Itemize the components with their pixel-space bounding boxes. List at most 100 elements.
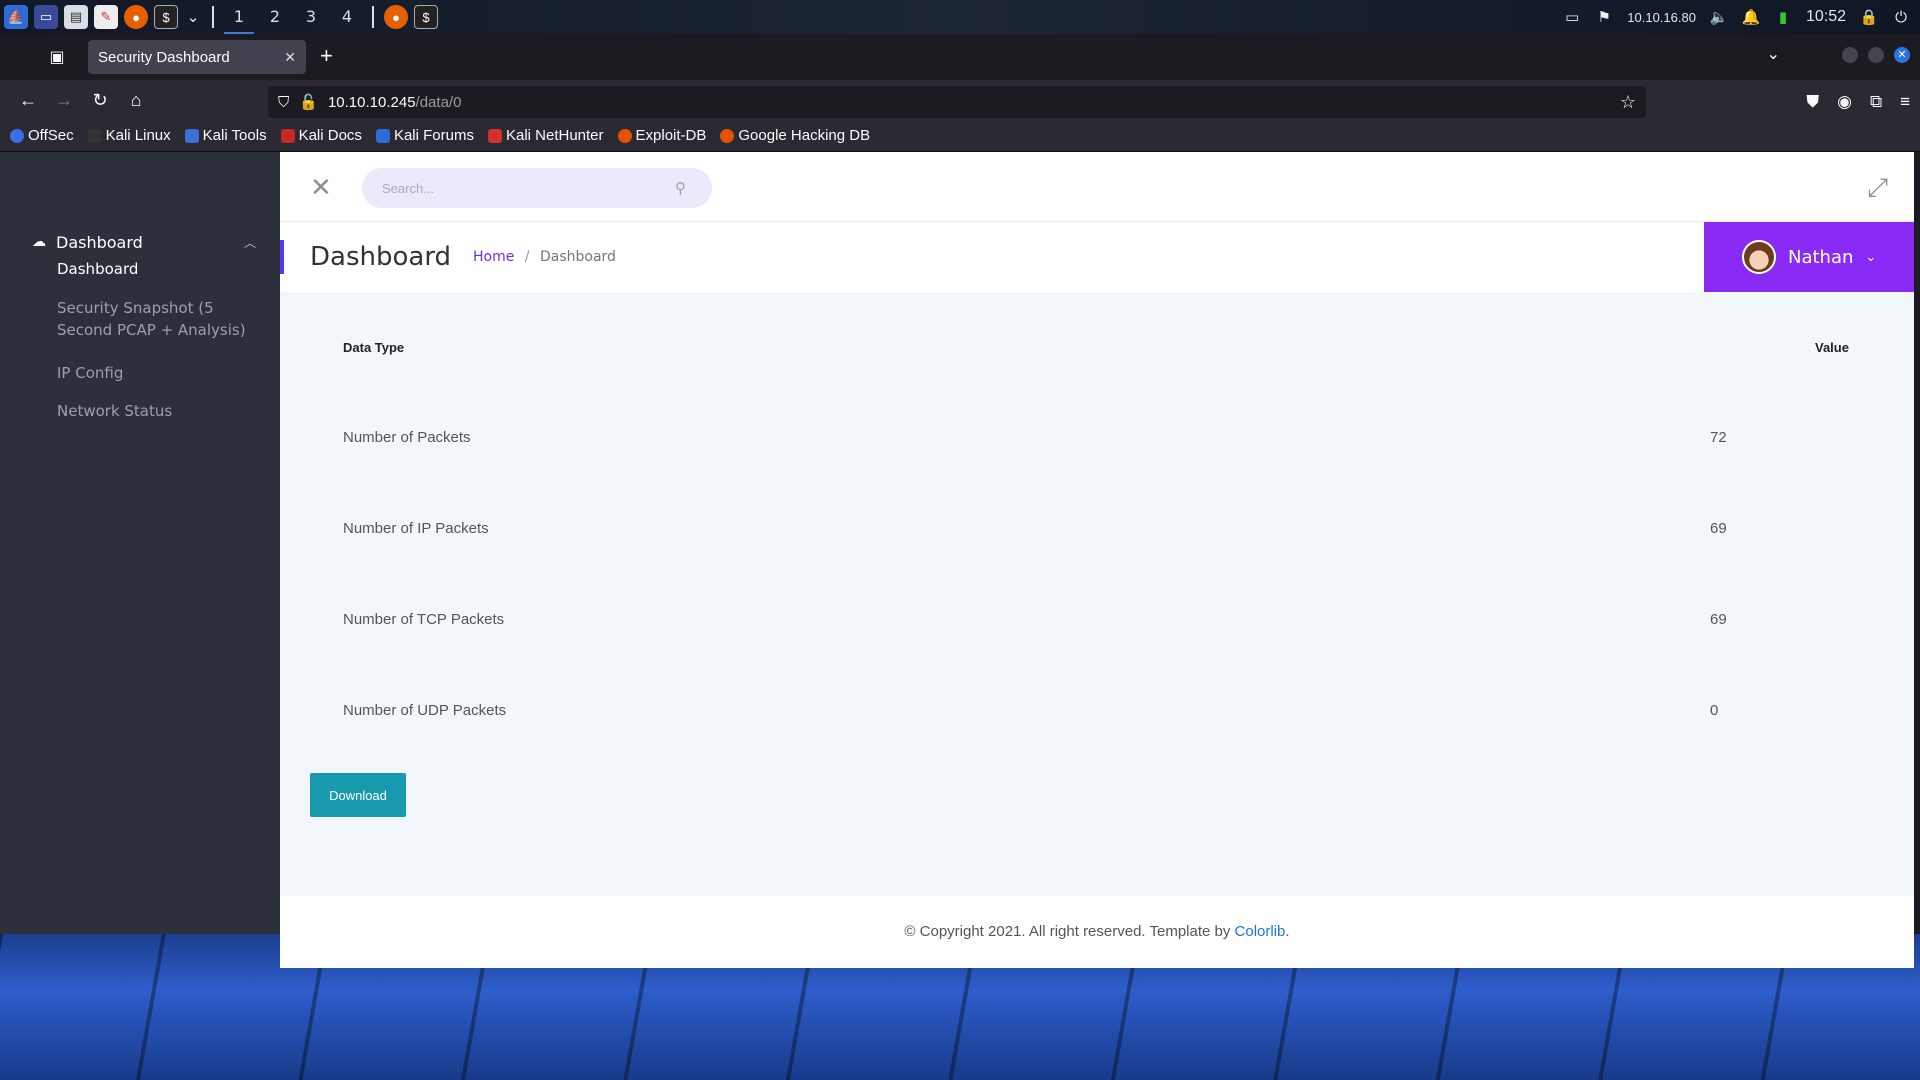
ghdb-icon [720, 128, 735, 143]
bookmark-label: Kali Linux [105, 127, 171, 144]
workspace-1[interactable]: 1 [224, 0, 254, 34]
offsec-icon [10, 128, 24, 143]
chevron-down-icon: ⌄ [1865, 249, 1877, 265]
chevron-down-icon[interactable]: ⌄ [1767, 44, 1780, 64]
exploit-db-icon [617, 128, 632, 143]
bookmark-exploit-db[interactable]: Exploit-DB [617, 127, 707, 144]
bookmark-star-icon[interactable]: ☆ [1620, 92, 1636, 113]
url-host: 10.10.10.245 [327, 93, 416, 111]
sidebar-item-security-snapshot[interactable]: Security Snapshot (5 Second PCAP + Analy… [57, 297, 257, 341]
footer-suffix: . [1285, 923, 1290, 940]
bookmark-kali-linux[interactable]: Kali Linux [87, 127, 171, 144]
data-table: Data Type Value Number of Packets 72 Num… [280, 292, 1914, 862]
power-icon[interactable]: ⏻ [1892, 8, 1910, 26]
tab-strip: ▣ Security Dashboard ✕ + ⌄ ✕ [0, 34, 1920, 80]
firefox-window-icon[interactable]: ● [384, 5, 408, 29]
tab-title: Security Dashboard [98, 48, 230, 66]
breadcrumb-home[interactable]: Home [473, 249, 514, 265]
volume-icon[interactable]: 🔈 [1710, 8, 1729, 26]
sidebar-item-dashboard[interactable]: Dashboard [57, 258, 257, 280]
insecure-lock-icon[interactable]: 🔓 [299, 93, 318, 111]
new-tab-icon[interactable]: + [320, 45, 333, 67]
account-icon[interactable]: ◉ [1837, 92, 1852, 112]
kali-menu-icon[interactable]: ⛵ [4, 5, 28, 29]
window-controls: ✕ [1842, 47, 1910, 63]
terminal-icon[interactable]: $ [154, 5, 178, 29]
table-row-label: Number of IP Packets [343, 520, 489, 537]
fullscreen-icon[interactable]: ⤢ [1867, 172, 1888, 204]
back-icon[interactable]: ← [10, 84, 46, 116]
dashboard-cloud-icon: ☁ [32, 234, 46, 250]
tab-list-icon[interactable]: ▣ [46, 46, 68, 68]
chevron-down-icon[interactable]: ⌄ [184, 8, 202, 26]
minimize-button[interactable] [1842, 47, 1858, 63]
maximize-button[interactable] [1868, 47, 1884, 63]
bookmark-kali-forums[interactable]: Kali Forums [375, 127, 474, 144]
clock: 10:52 [1805, 8, 1846, 25]
shield-icon[interactable]: ⛉ [278, 94, 289, 111]
title-accent-bar [280, 240, 284, 274]
breadcrumb-separator: / [524, 249, 530, 265]
toolbar-right: ⛊ ◉ ⧉ ≡ [1806, 86, 1910, 118]
close-sidebar-icon[interactable]: ✕ [310, 174, 332, 200]
bookmark-kali-docs[interactable]: Kali Docs [280, 127, 362, 144]
panel-separator [372, 6, 374, 28]
terminal-window-icon[interactable]: $ [414, 5, 438, 29]
url-path: /data/0 [415, 93, 462, 111]
window-close-button[interactable]: ✕ [1894, 47, 1910, 63]
chevron-up-icon: ︿ [243, 235, 256, 250]
home-icon[interactable]: ⌂ [118, 84, 154, 116]
pocket-icon[interactable]: ⛊ [1806, 92, 1819, 112]
bookmark-kali-tools[interactable]: Kali Tools [184, 127, 267, 144]
file-manager-icon[interactable]: ▤ [64, 5, 88, 29]
extensions-icon[interactable]: ⧉ [1870, 92, 1882, 112]
bookmark-label: OffSec [28, 127, 74, 144]
display-icon[interactable]: ▭ [1563, 8, 1581, 26]
vpn-icon[interactable]: ⚑ [1595, 8, 1613, 26]
table-row-label: Number of Packets [343, 429, 471, 446]
bookmark-label: Exploit-DB [635, 127, 707, 144]
text-editor-icon[interactable]: ✎ [94, 5, 118, 29]
kali-forums-icon [375, 128, 390, 143]
bookmark-kali-nethunter[interactable]: Kali NetHunter [487, 127, 604, 144]
bookmark-offsec[interactable]: OffSec [10, 127, 74, 144]
table-row-label: Number of TCP Packets [343, 611, 505, 628]
download-button[interactable]: Download [310, 773, 406, 817]
url-bar[interactable]: ⛉ 🔓 10.10.10.245/data/0 ☆ [268, 86, 1646, 118]
table-row-value: 69 [1710, 611, 1727, 628]
sidebar-group-label: Dashboard [56, 232, 143, 252]
search-icon[interactable]: ⚲ [675, 179, 686, 197]
footer: © Copyright 2021. All right reserved. Te… [280, 896, 1914, 968]
user-menu[interactable]: Nathan ⌄ [1704, 222, 1914, 292]
menu-icon[interactable]: ≡ [1900, 92, 1910, 112]
column-header-value: Value [1815, 340, 1849, 355]
firefox-icon[interactable]: ● [124, 5, 148, 29]
desktop-icon[interactable]: ▭ [34, 5, 58, 29]
table-row-value: 72 [1710, 429, 1727, 446]
title-bar: Dashboard Home / Dashboard Nathan ⌄ [280, 222, 1914, 292]
close-icon[interactable]: ✕ [284, 49, 296, 66]
bookmark-label: Kali Tools [202, 127, 267, 144]
workspace-2[interactable]: 2 [260, 0, 290, 34]
panel-separator [212, 6, 214, 28]
bookmark-google-hacking-db[interactable]: Google Hacking DB [720, 127, 870, 144]
web-page: ☁ Dashboard ︿ Dashboard Security Snapsho… [0, 152, 1920, 968]
breadcrumb: Home / Dashboard [473, 249, 616, 265]
lock-icon[interactable]: 🔒 [1860, 8, 1879, 26]
bookmark-label: Kali Docs [298, 127, 362, 144]
window-edge [1914, 152, 1920, 934]
sidebar-item-network-status[interactable]: Network Status [57, 400, 257, 422]
notification-bell-icon[interactable]: 🔔 [1742, 8, 1761, 26]
tab-security-dashboard[interactable]: Security Dashboard ✕ [88, 40, 306, 74]
kali-docs-icon [280, 128, 295, 143]
workspace-3[interactable]: 3 [296, 0, 326, 34]
forward-icon[interactable]: → [46, 84, 82, 116]
column-header-data-type: Data Type [343, 340, 405, 355]
colorlib-link[interactable]: Colorlib [1235, 923, 1286, 940]
reload-icon[interactable]: ↻ [82, 84, 118, 116]
sidebar-item-ip-config[interactable]: IP Config [57, 362, 257, 384]
workspace-4[interactable]: 4 [332, 0, 362, 34]
search-input[interactable] [362, 168, 712, 208]
browser-window: ▣ Security Dashboard ✕ + ⌄ ✕ ← → ↻ ⌂ ⛉ 🔓… [0, 34, 1920, 968]
battery-icon[interactable]: ▮ [1774, 8, 1792, 26]
